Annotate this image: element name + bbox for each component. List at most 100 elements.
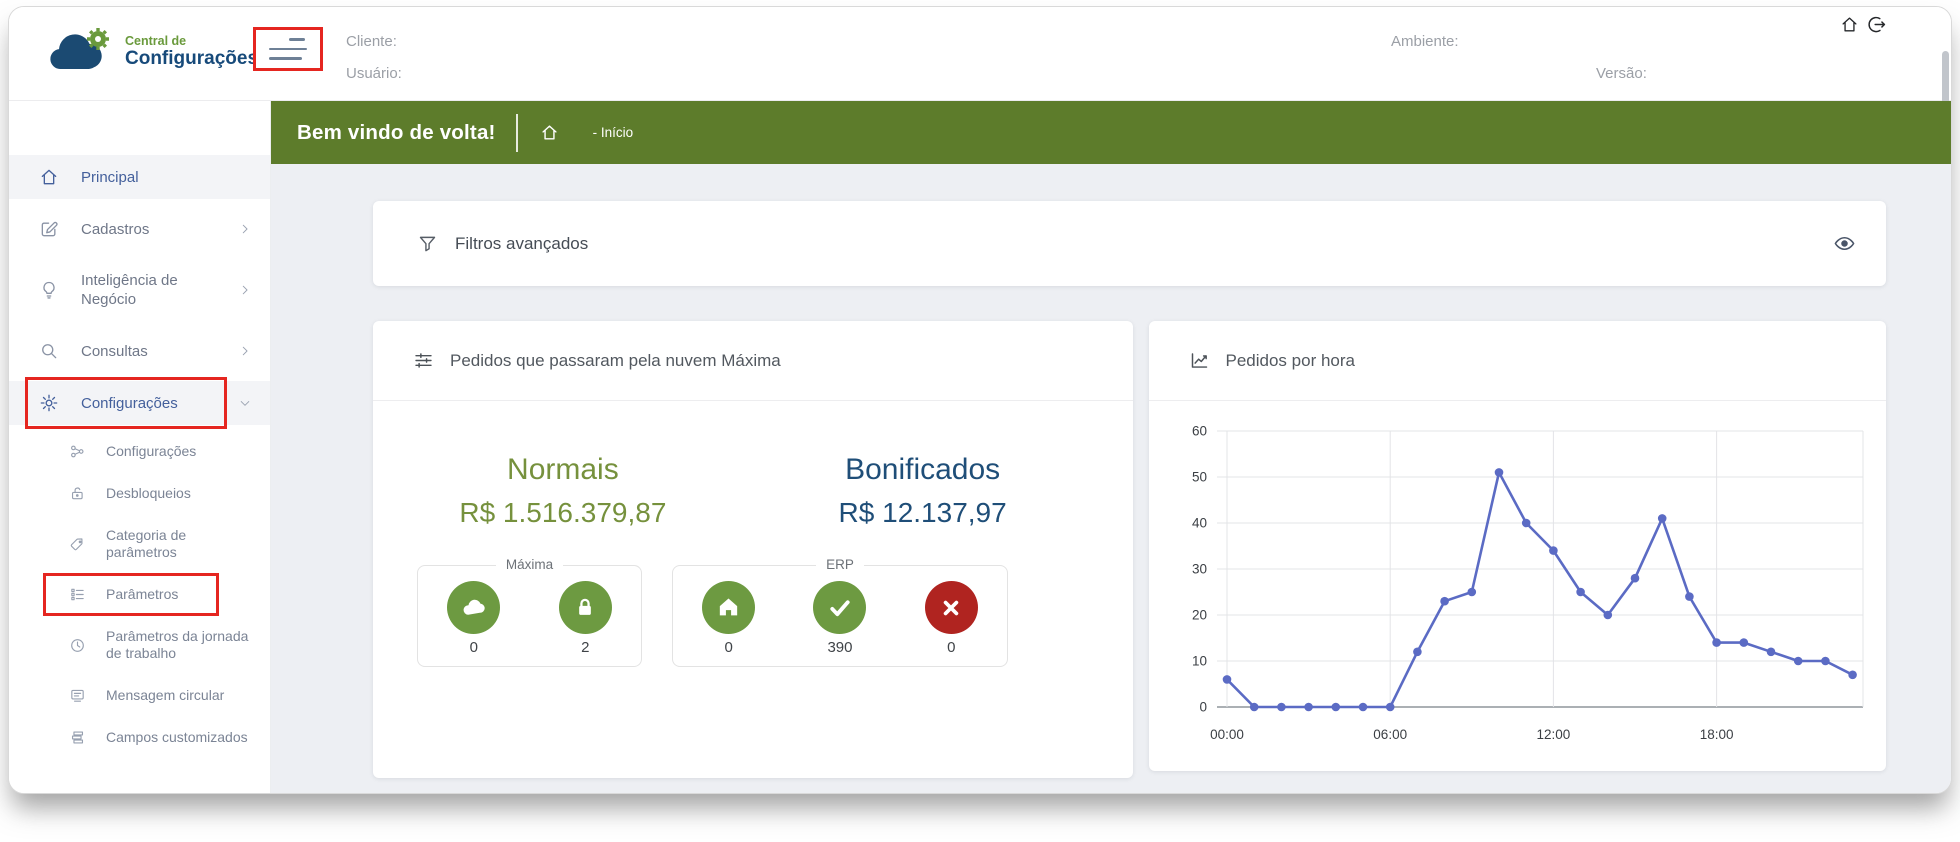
sidebar-item-mensagem-circular[interactable]: Mensagem circular (9, 677, 270, 714)
sidebar-item-categoria-parametros[interactable]: Categoria de parâmetros (9, 517, 270, 571)
cliente-field: Cliente: (346, 33, 397, 50)
svg-text:40: 40 (1191, 516, 1206, 531)
breadcrumb: - Início (593, 125, 634, 140)
sidebar-item-principal[interactable]: Principal (9, 155, 270, 199)
filter-funnel-icon (417, 233, 438, 254)
usuario-label: Usuário: (346, 65, 402, 82)
sidebar-item-label: Cadastros (81, 220, 231, 239)
svg-text:50: 50 (1191, 470, 1206, 485)
logo-line2: Configurações (125, 49, 258, 69)
edit-icon (39, 219, 59, 239)
svg-text:60: 60 (1191, 424, 1206, 439)
line-chart-icon (1189, 350, 1210, 371)
app-logo: Central de Configurações (43, 27, 258, 77)
orders-values: NormaisR$ 1.516.379,87BonificadosR$ 12.1… (373, 453, 1133, 529)
filters-title: Filtros avançados (455, 234, 588, 254)
home-icon (39, 167, 59, 187)
chart-card-title: Pedidos por hora (1226, 351, 1355, 371)
status-stat-home-filled: 0 (702, 581, 755, 656)
nodes-icon (69, 443, 86, 460)
sidebar-item-label: Consultas (81, 342, 231, 361)
chart-card-header: Pedidos por hora (1149, 321, 1887, 401)
sidebar-item-label: Configurações (106, 443, 252, 460)
sidebar-item-label: Parâmetros da jornada de trabalho (106, 628, 252, 662)
status-stat-value: 0 (447, 639, 500, 656)
chevron-right-icon (238, 283, 252, 297)
orders-per-hour-chart-area: 010203040506000:0006:0012:0018:00 (1149, 401, 1887, 755)
top-header-bar: Central de Configurações Cliente: Usuári… (9, 7, 1951, 101)
check-icon (813, 581, 866, 634)
home-icon[interactable] (1840, 15, 1859, 34)
clock-icon (69, 637, 86, 654)
list-icon (69, 586, 86, 603)
status-group-máxima: Máxima02 (417, 565, 642, 667)
eye-icon[interactable] (1833, 232, 1856, 255)
orders-value-label: Bonificados (743, 453, 1103, 487)
sidebar-toggle-button[interactable] (253, 27, 323, 71)
welcome-banner: Bem vindo de volta! - Início (271, 101, 1951, 164)
status-group-erp: ERP03900 (672, 565, 1008, 667)
gear-logo-icon (87, 28, 109, 50)
sidebar-item-cadastros[interactable]: Cadastros (9, 207, 270, 251)
chevron-down-icon (238, 396, 252, 410)
sidebar-menu: Principal Cadastros Inteligência de Negóci… (9, 155, 270, 756)
sidebar-item-configuracoes-sub[interactable]: Configurações (9, 433, 270, 470)
status-stat-value: 0 (702, 639, 755, 656)
main-area: Bem vindo de volta! - Início Filtros ava… (271, 101, 1951, 793)
logout-icon[interactable] (1866, 14, 1887, 35)
sliders-icon (413, 350, 434, 371)
status-stat-x: 0 (925, 581, 978, 656)
sidebar-item-desbloqueios[interactable]: Desbloqueios (9, 475, 270, 512)
x-icon (925, 581, 978, 634)
cloud-icon (447, 581, 500, 634)
sidebar-item-campos-customizados[interactable]: Campos customizados (9, 719, 270, 756)
status-group-legend: ERP (816, 557, 864, 572)
orders-value-amount: R$ 1.516.379,87 (383, 497, 743, 529)
sidebar-item-parametros[interactable]: Parâmetros (9, 576, 270, 613)
layers-icon (69, 729, 86, 746)
sidebar-item-label: Parâmetros (106, 586, 252, 603)
search-icon (39, 341, 59, 361)
chevron-right-icon (238, 222, 252, 236)
status-stat-value: 0 (925, 639, 978, 656)
cliente-label: Cliente: (346, 33, 397, 50)
sidebar-item-label: Mensagem circular (106, 687, 252, 704)
sidebar-navigation: Principal Cadastros Inteligência de Negóci… (9, 101, 271, 793)
chevron-right-icon (238, 344, 252, 358)
lock-icon (559, 581, 612, 634)
breadcrumb-home-icon[interactable] (540, 123, 559, 142)
status-stat-value: 2 (559, 639, 612, 656)
svg-text:12:00: 12:00 (1536, 727, 1570, 742)
unlock-icon (69, 485, 86, 502)
gear-icon (39, 393, 59, 413)
sidebar-item-consultas[interactable]: Consultas (9, 329, 270, 373)
sidebar-item-label: Categoria de parâmetros (106, 527, 252, 561)
status-group-legend: Máxima (496, 557, 563, 572)
sidebar-item-configuracoes[interactable]: Configurações (9, 381, 270, 425)
orders-per-hour-chart: 010203040506000:0006:0012:0018:00 (1165, 417, 1871, 755)
svg-text:18:00: 18:00 (1699, 727, 1733, 742)
ambiente-field: Ambiente: (1391, 33, 1459, 50)
advanced-filters-bar[interactable]: Filtros avançados (373, 201, 1886, 286)
sidebar-item-label: Desbloqueios (106, 485, 252, 502)
svg-text:30: 30 (1191, 562, 1206, 577)
sidebar-item-parametros-jornada[interactable]: Parâmetros da jornada de trabalho (9, 618, 270, 672)
banner-divider (516, 114, 518, 152)
svg-text:0: 0 (1199, 700, 1207, 715)
sidebar-item-inteligencia[interactable]: Inteligência de Negócio (9, 259, 270, 321)
welcome-title: Bem vindo de volta! (297, 121, 496, 145)
tag-icon (69, 536, 86, 553)
status-stat-lock: 2 (559, 581, 612, 656)
status-stat-cloud: 0 (447, 581, 500, 656)
status-stat-check: 390 (813, 581, 866, 656)
orders-per-hour-card: Pedidos por hora 010203040506000:0006:00… (1149, 321, 1887, 771)
orders-card-header: Pedidos que passaram pela nuvem Máxima (373, 321, 1133, 401)
bulb-icon (39, 280, 59, 300)
usuario-field: Usuário: (346, 65, 402, 82)
app-window: Central de Configurações Cliente: Usuári… (8, 6, 1952, 794)
orders-card-title: Pedidos que passaram pela nuvem Máxima (450, 351, 781, 371)
orders-card: Pedidos que passaram pela nuvem Máxima N… (373, 321, 1133, 778)
orders-value-column: NormaisR$ 1.516.379,87 (383, 453, 743, 529)
logo-line1: Central de (125, 35, 258, 48)
sidebar-item-label: Configurações (81, 394, 231, 413)
